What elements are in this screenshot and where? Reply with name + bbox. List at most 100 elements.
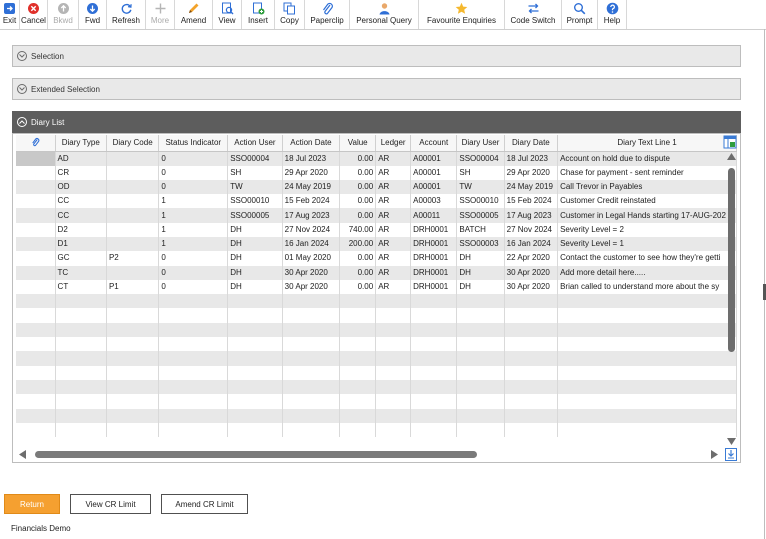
empty-cell — [106, 322, 160, 338]
table-cell: 18 Jul 2023 — [282, 151, 341, 166]
horizontal-scrollbar[interactable] — [17, 448, 725, 460]
insert-button[interactable]: Insert — [242, 0, 275, 29]
amend-button[interactable]: Amend — [175, 0, 213, 29]
column-header[interactable]: Value — [339, 135, 377, 152]
empty-cell — [339, 337, 377, 352]
view-cr-limit-button[interactable]: View CR Limit — [70, 494, 151, 514]
column-header[interactable]: Account — [410, 135, 458, 152]
prompt-button[interactable]: Prompt — [562, 0, 598, 29]
selection-section[interactable]: Selection — [12, 45, 741, 67]
table-cell: AR — [375, 236, 412, 252]
scroll-left-icon[interactable] — [19, 450, 26, 459]
column-header[interactable]: Diary Code — [106, 135, 160, 152]
table-cell — [106, 208, 160, 223]
copy-button[interactable]: Copy — [275, 0, 305, 29]
table-cell: 0 — [158, 265, 229, 280]
column-header[interactable]: Action Date — [282, 135, 341, 152]
attachment-column-header[interactable] — [16, 135, 56, 152]
table-cell: 0 — [158, 179, 229, 195]
download-icon[interactable] — [725, 448, 737, 461]
empty-cell — [557, 408, 737, 423]
extended-selection-title: Extended Selection — [31, 84, 100, 94]
scroll-down-icon[interactable] — [727, 438, 736, 445]
toolbar-button-label: Insert — [247, 16, 268, 25]
empty-cell — [375, 408, 412, 423]
code-switch-button[interactable]: Code Switch — [505, 0, 562, 29]
paperclip-icon — [32, 137, 40, 146]
table-row[interactable]: CR 0 SH 29 Apr 2020 0.00 AR A00001 SH 29 Apr 202… — [16, 165, 737, 180]
empty-cell — [456, 379, 505, 395]
table-row[interactable]: CC 1 SSO00005 17 Aug 2023 0.00 AR A00011 SSO000… — [16, 208, 737, 223]
table-row[interactable]: TC 0 DH 30 Apr 2020 0.00 AR DRH0001 DH 30 Apr 20… — [16, 265, 737, 280]
table-cell: 15 Feb 2024 — [504, 194, 559, 209]
pencil-icon — [187, 1, 200, 15]
help-button[interactable]: Help — [598, 0, 627, 29]
personal-query-button[interactable]: Personal Query — [350, 0, 419, 29]
empty-cell — [504, 422, 559, 438]
empty-cell — [410, 422, 458, 438]
plus-icon — [154, 1, 167, 15]
column-chooser-icon[interactable] — [723, 135, 737, 149]
fwd-button[interactable]: Fwd — [79, 0, 107, 29]
table-cell: 16 Jan 2024 — [282, 236, 341, 252]
diary-list-section[interactable]: Diary List — [12, 111, 741, 133]
return-button[interactable]: Return — [4, 494, 60, 514]
table-cell: 1 — [158, 194, 229, 209]
column-header[interactable]: Diary Text Line 1 — [557, 135, 737, 152]
toolbar-button-label: Cancel — [21, 16, 46, 25]
table-cell: DH — [227, 265, 283, 280]
table-row[interactable]: GC P2 0 DH 01 May 2020 0.00 AR DRH0001 DH 22 Apr … — [16, 251, 737, 266]
view-button[interactable]: View — [213, 0, 242, 29]
exit-button[interactable]: Exit — [0, 0, 20, 29]
table-cell: AR — [375, 194, 412, 209]
table-row[interactable]: OD 0 TW 24 May 2019 0.00 AR A00001 TW 24 May 201… — [16, 179, 737, 195]
empty-cell — [282, 294, 341, 309]
table-cell: 24 May 2019 — [504, 179, 559, 195]
table-cell: DRH0001 — [410, 251, 458, 266]
cancel-button[interactable]: Cancel — [20, 0, 48, 29]
favourite-enquiries-button[interactable]: Favourite Enquiries — [419, 0, 505, 29]
vertical-scrollbar[interactable] — [725, 152, 738, 452]
empty-cell — [339, 365, 377, 380]
toolbar-button-label: More — [150, 16, 170, 25]
empty-cell — [339, 308, 377, 323]
paperclip-button[interactable]: Paperclip — [305, 0, 350, 29]
column-header[interactable]: Ledger — [375, 135, 412, 152]
empty-row — [16, 379, 737, 395]
empty-cell — [456, 308, 505, 323]
table-row[interactable]: CT P1 0 DH 30 Apr 2020 0.00 AR DRH0001 DH 30 Apr … — [16, 279, 737, 295]
table-cell: Severity Level = 2 — [557, 222, 737, 237]
column-header[interactable]: Status Indicator — [158, 135, 229, 152]
table-cell: SSO00010 — [456, 194, 505, 209]
extended-selection-section[interactable]: Extended Selection — [12, 78, 741, 100]
empty-cell — [55, 351, 107, 366]
column-header[interactable]: Diary Type — [55, 135, 107, 152]
column-header[interactable]: Diary User — [456, 135, 505, 152]
refresh-button[interactable]: Refresh — [107, 0, 146, 29]
vertical-scroll-thumb[interactable] — [728, 168, 735, 352]
more-button[interactable]: More — [146, 0, 175, 29]
amend-cr-limit-button[interactable]: Amend CR Limit — [161, 494, 248, 514]
empty-cell — [557, 379, 737, 395]
table-row[interactable]: D2 1 DH 27 Nov 2024 740.00 AR DRH0001 BATCH 27 N… — [16, 222, 737, 237]
scroll-up-icon[interactable] — [727, 153, 736, 160]
chevron-up-icon — [17, 117, 27, 127]
table-row[interactable]: CC 1 SSO00010 15 Feb 2024 0.00 AR A00003 SSO000… — [16, 194, 737, 209]
table-cell: A00001 — [410, 179, 458, 195]
scroll-right-icon[interactable] — [711, 450, 718, 459]
empty-cell — [456, 408, 505, 423]
empty-cell — [158, 365, 229, 380]
table-cell: TW — [456, 179, 505, 195]
empty-cell — [339, 379, 377, 395]
bkwd-button[interactable]: Bkwd — [48, 0, 79, 29]
star-icon — [455, 1, 468, 15]
backward-icon — [57, 1, 70, 15]
table-row[interactable]: D1 1 DH 16 Jan 2024 200.00 AR DRH0001 SSO00003 1… — [16, 236, 737, 252]
horizontal-scroll-thumb[interactable] — [35, 451, 477, 458]
column-header[interactable]: Action User — [227, 135, 283, 152]
copy-icon — [283, 1, 296, 15]
empty-cell — [557, 308, 737, 323]
column-header[interactable]: Diary Date — [504, 135, 559, 152]
table-cell: 1 — [158, 222, 229, 237]
table-row[interactable]: AD 0 SSO00004 18 Jul 2023 0.00 AR A00001 SSO000… — [16, 151, 737, 166]
